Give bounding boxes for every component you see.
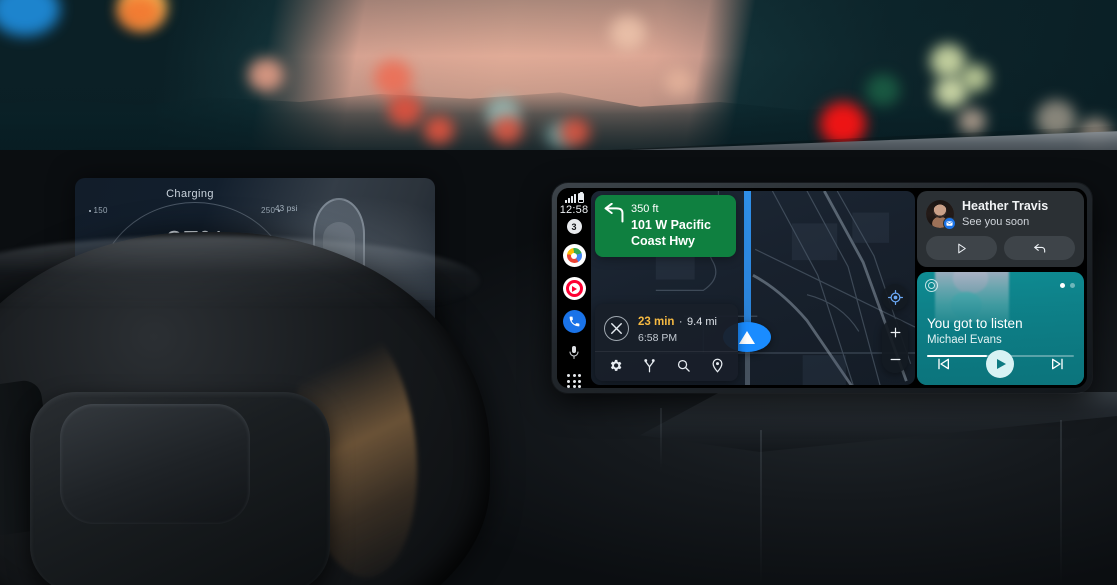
console-seam — [1060, 420, 1062, 585]
charging-status-label: Charging — [166, 188, 214, 200]
page-dot[interactable] — [1070, 283, 1075, 288]
app-grid-icon[interactable] — [567, 374, 581, 388]
next-track-button[interactable] — [1050, 356, 1066, 372]
play-icon — [996, 359, 1006, 369]
eta-duration: 23 min — [638, 316, 675, 328]
bokeh-light — [374, 60, 412, 96]
route-fork-icon — [644, 359, 655, 373]
eta-separator: · — [678, 316, 683, 328]
notification-message: See you soon — [962, 216, 1030, 228]
cluster-tick-150: 150 — [89, 206, 108, 215]
recenter-button[interactable] — [882, 284, 908, 310]
notification-actions — [926, 236, 1075, 260]
zoom-out-button[interactable] — [882, 346, 908, 373]
media-player-card[interactable]: You got to listen Michael Evans — [917, 272, 1084, 385]
zoom-in-button[interactable] — [882, 319, 908, 346]
turn-street-line1: 101 W Pacific — [631, 217, 711, 232]
track-title: You got to listen — [927, 316, 1023, 331]
destination-button[interactable] — [710, 358, 725, 373]
console-seam — [760, 430, 762, 585]
search-icon — [677, 359, 690, 372]
previous-track-button[interactable] — [935, 356, 951, 372]
bokeh-light — [664, 68, 694, 96]
minus-icon — [890, 358, 900, 361]
bokeh-light — [610, 16, 646, 50]
map-panel[interactable]: 350 ft 101 W Pacific Coast Hwy 23 min · … — [591, 191, 915, 385]
notification-count-badge[interactable]: 3 — [566, 219, 582, 234]
skip-previous-icon — [938, 358, 949, 370]
sidebar-app-google-maps[interactable] — [562, 244, 586, 267]
status-bar — [564, 191, 584, 203]
reply-button[interactable] — [1004, 236, 1075, 260]
signal-bars-icon — [564, 194, 576, 203]
google-maps-icon — [566, 248, 582, 263]
media-app-logo-icon — [925, 279, 938, 292]
navigation-route-line — [744, 191, 751, 337]
widget-column: Heather Travis See you soon You got to l… — [917, 188, 1087, 388]
bokeh-light — [492, 116, 522, 144]
eta-arrival-time: 6:58 PM — [638, 332, 678, 344]
settings-button[interactable] — [608, 358, 623, 373]
tire-pressure-front-left: 43 psi — [275, 204, 298, 213]
map-pin-icon — [712, 358, 723, 373]
media-controls — [917, 350, 1084, 378]
assistant-microphone-icon[interactable] — [568, 345, 580, 361]
skip-next-icon — [1052, 358, 1063, 370]
eta-summary: 23 min · 9.4 mi 6:58 PM — [595, 304, 738, 351]
play-pause-button[interactable] — [986, 350, 1015, 378]
bokeh-light — [958, 108, 986, 134]
bokeh-light — [560, 118, 590, 146]
eta-card: 23 min · 9.4 mi 6:58 PM — [595, 304, 738, 381]
bokeh-light — [388, 94, 422, 126]
car-interior-scene: 150 250 Charging 87% 43 psi 42 psi 41 ps… — [0, 0, 1117, 585]
notification-sender: Heather Travis — [962, 199, 1049, 213]
console-seam — [660, 408, 662, 468]
sidebar-app-youtube-music[interactable] — [562, 277, 586, 300]
page-dot-active[interactable] — [1060, 283, 1065, 288]
alternate-routes-button[interactable] — [642, 358, 657, 373]
heading-arrow-icon — [739, 330, 755, 344]
plus-icon — [890, 327, 900, 338]
battery-icon — [577, 191, 584, 203]
messages-icon — [943, 216, 956, 230]
avatar — [926, 199, 956, 230]
turn-instruction-card: 350 ft 101 W Pacific Coast Hwy — [595, 195, 736, 258]
search-button[interactable] — [676, 358, 691, 373]
turn-left-icon — [604, 203, 624, 223]
play-icon — [958, 243, 966, 253]
youtube-music-icon — [565, 280, 583, 297]
eta-line: 23 min · 9.4 mi — [638, 312, 717, 330]
reply-arrow-icon — [1033, 243, 1045, 253]
bokeh-light — [424, 116, 454, 144]
message-notification-card[interactable]: Heather Travis See you soon — [917, 191, 1084, 267]
phone-icon — [569, 316, 579, 327]
play-message-button[interactable] — [926, 236, 997, 260]
eta-distance: 9.4 mi — [687, 316, 717, 328]
map-tools-row — [595, 351, 738, 381]
page-indicator — [1060, 283, 1075, 288]
android-auto-screen: 12:58 3 350 ft 101 W Pacific Coast Hwy 2… — [557, 188, 1087, 388]
bokeh-light — [248, 58, 284, 92]
bokeh-light — [866, 74, 900, 106]
recenter-icon — [887, 289, 903, 305]
turn-street-line2: Coast Hwy — [631, 234, 695, 248]
infotainment-display-bezel: 12:58 3 350 ft 101 W Pacific Coast Hwy 2… — [552, 183, 1092, 393]
steering-wheel-airbag-cover — [60, 404, 250, 524]
end-navigation-button[interactable] — [604, 315, 629, 341]
notification-header: Heather Travis See you soon — [926, 199, 1075, 230]
zoom-controls — [882, 319, 908, 373]
sidebar-app-phone[interactable] — [562, 310, 586, 333]
bokeh-light — [960, 64, 990, 92]
track-artist: Michael Evans — [927, 334, 1002, 346]
app-sidebar: 12:58 3 — [557, 188, 591, 388]
status-clock: 12:58 — [559, 204, 589, 216]
gear-icon — [611, 359, 622, 371]
close-icon — [611, 322, 622, 334]
turn-distance: 350 ft — [631, 203, 659, 215]
